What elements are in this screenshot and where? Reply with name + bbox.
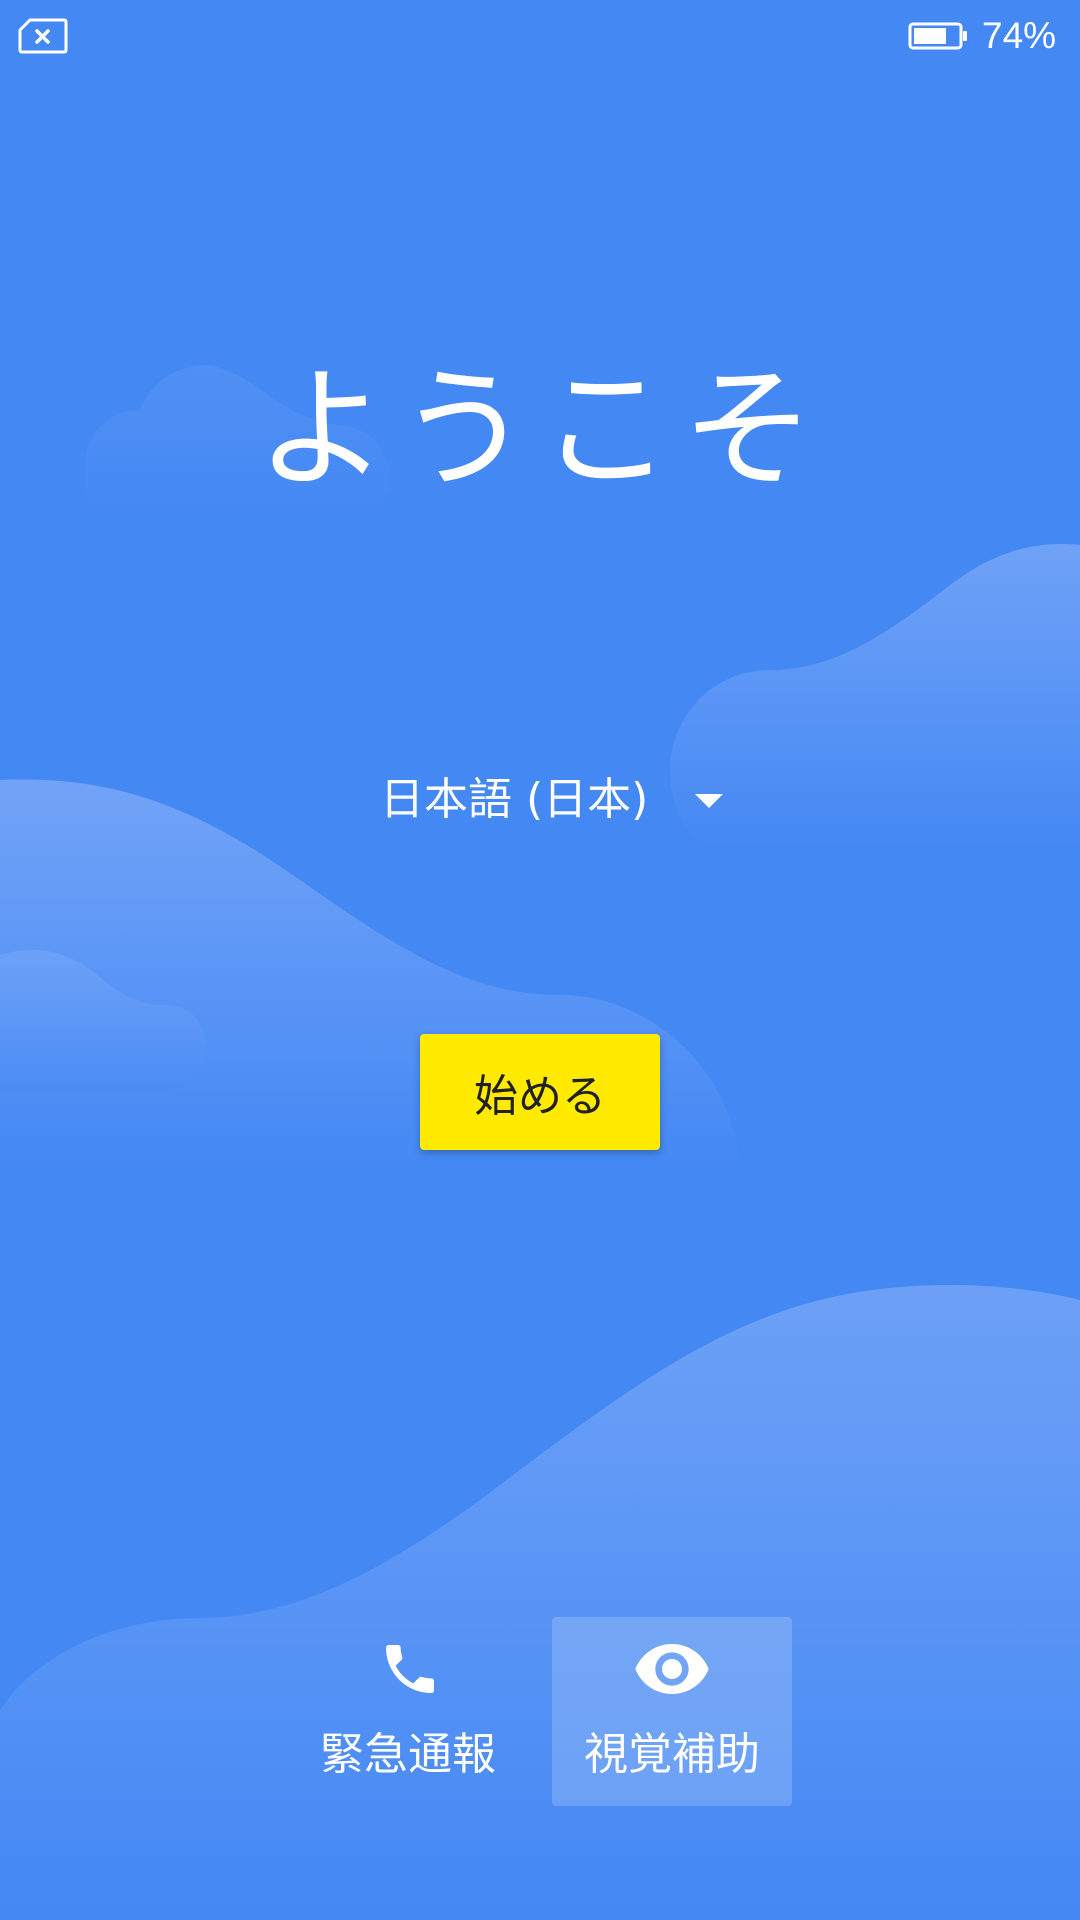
dropdown-arrow-icon (695, 794, 723, 808)
emergency-call-button[interactable]: 緊急通報 (288, 1617, 528, 1806)
background-clouds (0, 365, 1080, 1920)
battery-icon (908, 22, 967, 50)
vision-assist-button[interactable]: 視覚補助 (552, 1617, 792, 1806)
phone-icon (386, 1645, 434, 1693)
language-selected-label: 日本語 (日本) (380, 774, 649, 825)
cloud-bottom (0, 1285, 1080, 1920)
vision-assist-label: 視覚補助 (584, 1729, 760, 1780)
no-sim-icon (18, 18, 68, 54)
status-bar: 74% (0, 0, 1080, 72)
emergency-call-label: 緊急通報 (320, 1729, 496, 1780)
welcome-title: ようこそ (256, 353, 824, 507)
battery-percent: 74% (982, 15, 1057, 56)
eye-icon (635, 1644, 709, 1694)
start-button[interactable]: 始める (420, 1034, 660, 1150)
language-selector[interactable]: 日本語 (日本) (370, 764, 740, 836)
